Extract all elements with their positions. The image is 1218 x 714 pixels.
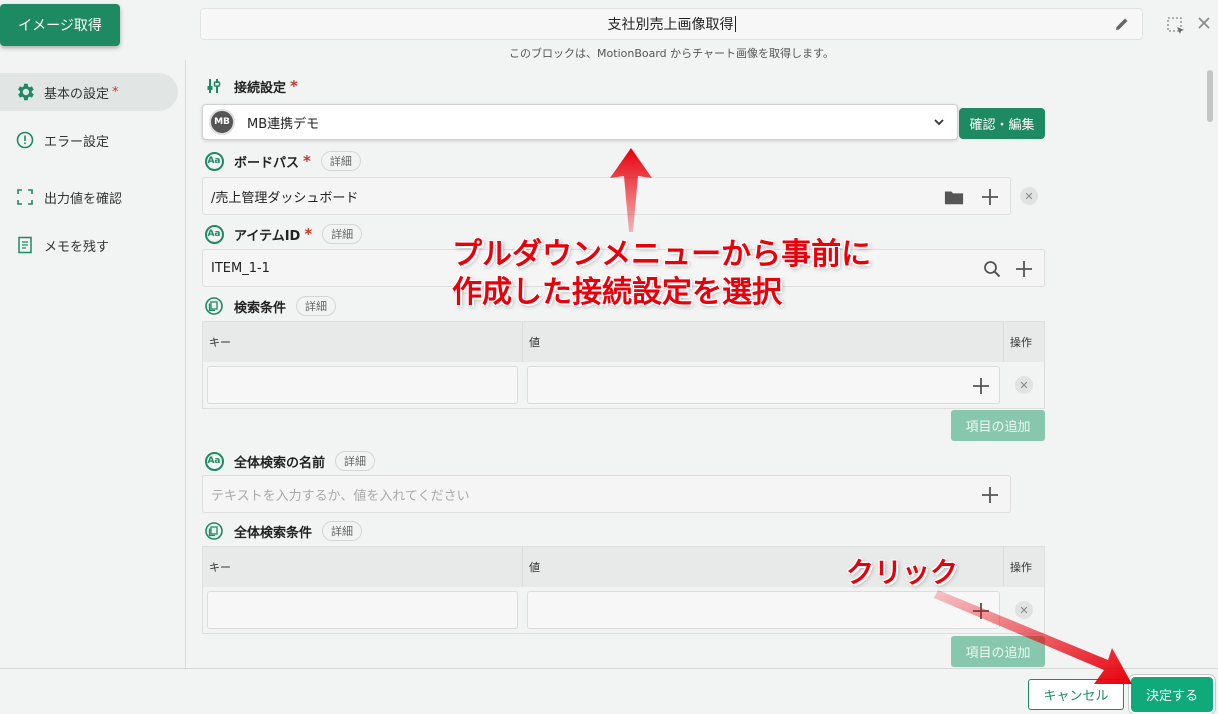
gear-icon: [14, 81, 36, 103]
alert-circle-icon: [14, 129, 36, 151]
plug-icon: [204, 76, 224, 96]
chevron-down-icon: [934, 119, 944, 126]
item-id-label: アイテムID: [234, 228, 301, 244]
clear-icon: ✕: [1020, 187, 1038, 205]
board-path-label-row: Aa ボードパス * 詳細: [204, 151, 361, 171]
confirm-edit-button[interactable]: 確認・編集: [959, 108, 1045, 139]
connection-label-row: 接続設定 *: [204, 76, 298, 96]
add-item-button[interactable]: 項目の追加: [951, 636, 1045, 667]
detail-button[interactable]: 詳細: [296, 296, 337, 316]
block-title-text: 支社別売上画像取得: [607, 17, 734, 33]
sidebar-divider: [185, 60, 186, 670]
text-aa-icon: Aa: [204, 224, 224, 244]
key-input[interactable]: [207, 366, 518, 404]
table-row: ✕: [203, 362, 1044, 408]
board-path-value: /売上管理ダッシュボード: [211, 190, 359, 206]
text-caret: [734, 16, 736, 32]
footer-divider: [0, 668, 1218, 669]
sidebar-item-label: メモを残す: [44, 239, 110, 255]
required-mark: *: [112, 84, 119, 100]
table-header: キー 値 操作: [203, 322, 1044, 362]
delete-row-button[interactable]: ✕: [1015, 601, 1033, 619]
annotation-dropdown-text: プルダウンメニューから事前に 作成した接続設定を選択: [452, 236, 871, 312]
column-header-value: 値: [523, 322, 1004, 362]
connection-select[interactable]: MB MB連携デモ: [202, 104, 958, 140]
frame-corners-icon: [14, 186, 36, 208]
global-search-name-label-row: Aa 全体検索の名前 詳細: [204, 451, 376, 471]
column-header-key: キー: [203, 322, 523, 362]
annotation-line: プルダウンメニューから事前に: [452, 237, 872, 272]
copy-icon: [204, 521, 224, 541]
note-icon: [14, 234, 36, 256]
plus-icon[interactable]: [1014, 259, 1034, 279]
search-conditions-label: 検索条件: [234, 300, 287, 316]
table-row: ✕: [203, 587, 1044, 633]
detail-button[interactable]: 詳細: [335, 451, 376, 471]
annotation-click-text: クリック: [846, 556, 959, 589]
sidebar-item-label: 出力値を確認: [44, 191, 123, 207]
board-path-input[interactable]: /売上管理ダッシュボード: [202, 177, 1011, 215]
item-id-label-row: Aa アイテムID * 詳細: [204, 224, 363, 244]
column-header-action: 操作: [1010, 561, 1032, 574]
delete-row-button[interactable]: ✕: [1015, 376, 1033, 394]
annotation-line: 作成した接続設定を選択: [452, 275, 782, 310]
connection-label: 接続設定: [234, 80, 287, 96]
search-icon[interactable]: [982, 259, 1002, 279]
sidebar-item-basic-settings[interactable]: 基本の設定 *: [0, 73, 178, 111]
ok-button[interactable]: 決定する: [1131, 677, 1213, 712]
sidebar-item-memo[interactable]: メモを残す: [0, 226, 178, 264]
get-image-button[interactable]: イメージ取得: [0, 4, 120, 46]
global-search-name-label: 全体検索の名前: [234, 455, 326, 471]
sidebar-item-label: エラー設定: [44, 134, 110, 150]
copy-icon: [204, 296, 224, 316]
search-conditions-label-row: 検索条件 詳細: [204, 296, 337, 316]
scrollbar[interactable]: [1207, 70, 1213, 122]
plus-icon[interactable]: [971, 376, 991, 396]
key-input[interactable]: [207, 591, 518, 629]
clear-board-path-button[interactable]: ✕: [1020, 187, 1038, 205]
value-input[interactable]: [527, 366, 1000, 404]
detail-button[interactable]: 詳細: [322, 521, 363, 541]
placeholder-text: テキストを入力するか、値を入れてください: [211, 488, 470, 504]
plus-icon[interactable]: [971, 601, 991, 621]
required-mark: *: [290, 77, 298, 95]
required-mark: *: [304, 225, 313, 243]
item-id-value: ITEM_1-1: [211, 260, 270, 276]
required-mark: *: [303, 152, 311, 170]
plus-icon[interactable]: [980, 187, 1000, 207]
add-item-button[interactable]: 項目の追加: [951, 410, 1045, 441]
detail-button[interactable]: 詳細: [322, 224, 363, 244]
search-conditions-table: キー 値 操作 ✕: [202, 321, 1045, 409]
detail-button[interactable]: 詳細: [320, 151, 361, 171]
column-header-action: 操作: [1010, 336, 1032, 349]
global-search-conditions-label: 全体検索条件: [234, 525, 313, 541]
global-search-conditions-label-row: 全体検索条件 詳細: [204, 521, 363, 541]
folder-icon[interactable]: [944, 187, 964, 207]
clear-icon: ✕: [1015, 376, 1033, 394]
mb-logo-icon: MB: [209, 109, 235, 135]
connection-select-value: MB連携デモ: [247, 116, 320, 132]
pencil-icon[interactable]: [1114, 16, 1130, 32]
block-title-field[interactable]: 支社別売上画像取得: [200, 8, 1143, 40]
column-header-key: キー: [203, 547, 523, 587]
sidebar-item-label: 基本の設定: [44, 86, 110, 102]
text-aa-icon: Aa: [204, 451, 224, 471]
text-aa-icon: Aa: [204, 151, 224, 171]
sidebar-item-error-settings[interactable]: エラー設定: [0, 121, 178, 159]
global-search-name-input[interactable]: テキストを入力するか、値を入れてください: [202, 475, 1011, 513]
plus-icon[interactable]: [980, 485, 1000, 505]
close-icon[interactable]: [1196, 15, 1212, 31]
select-element-icon[interactable]: [1166, 16, 1186, 36]
clear-icon: ✕: [1015, 601, 1033, 619]
cancel-button[interactable]: キャンセル: [1028, 679, 1124, 710]
sidebar-item-check-output[interactable]: 出力値を確認: [0, 178, 178, 216]
board-path-label: ボードパス: [234, 155, 300, 171]
value-input[interactable]: [527, 591, 1000, 629]
block-description: このブロックは、MotionBoard からチャート画像を取得します。: [509, 47, 834, 60]
